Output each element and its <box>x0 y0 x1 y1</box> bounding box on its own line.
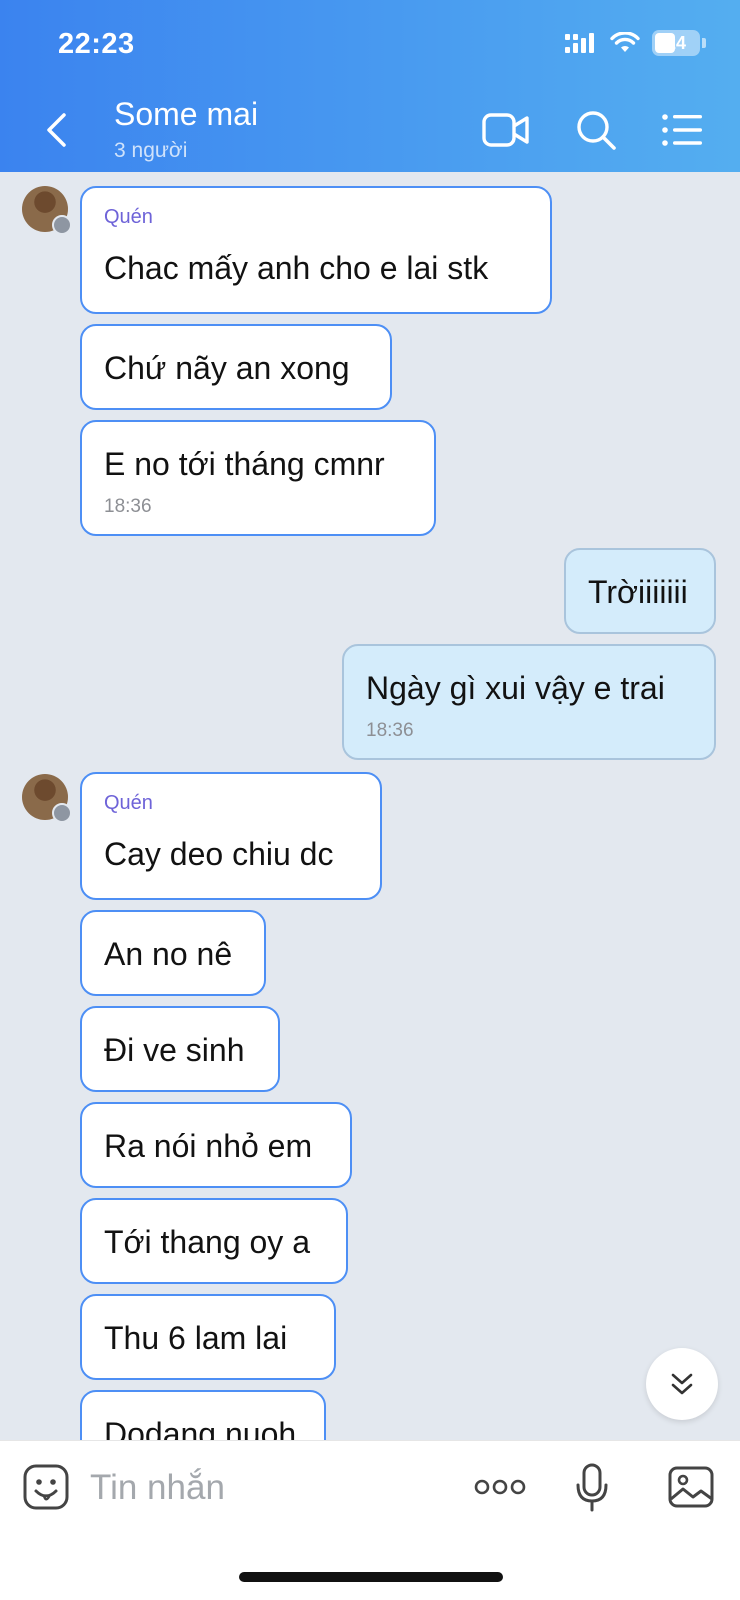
search-button[interactable] <box>570 106 622 154</box>
more-options-button[interactable] <box>472 1469 528 1505</box>
message-bubble[interactable]: Quén Chac mấy anh cho e lai stk <box>80 186 552 314</box>
chat-header: 22:23 24 Some mai 3 người <box>0 0 740 172</box>
message-text: Tới thang oy a <box>104 1224 310 1260</box>
sticker-smiley-icon <box>23 1464 69 1510</box>
voice-message-button[interactable] <box>572 1461 612 1515</box>
video-call-button[interactable] <box>480 106 532 154</box>
status-icons: 24 <box>564 30 706 56</box>
status-time: 22:23 <box>58 28 135 60</box>
microphone-icon <box>576 1463 608 1512</box>
message-text: Chac mấy anh cho e lai stk <box>104 250 489 286</box>
key-badge-icon <box>52 215 72 235</box>
menu-button[interactable] <box>656 106 708 154</box>
scroll-to-bottom-button[interactable] <box>646 1348 718 1420</box>
sender-avatar[interactable] <box>22 186 72 235</box>
message-bubble[interactable]: An no nê <box>80 910 266 996</box>
double-chevron-down-icon <box>671 1373 693 1395</box>
image-icon <box>668 1466 714 1508</box>
back-button[interactable] <box>36 108 76 152</box>
message-text: Ngày gì xui vậy e trai <box>366 670 665 706</box>
search-icon <box>577 111 616 150</box>
message-bubble[interactable]: Tới thang oy a <box>80 1198 348 1284</box>
wifi-icon <box>610 32 640 52</box>
message-bubble[interactable]: Thu 6 lam lai <box>80 1294 336 1380</box>
message-bubble[interactable]: Chứ nãy an xong <box>80 324 392 410</box>
message-text: Dodang nuoh <box>104 1416 297 1440</box>
home-indicator <box>239 1572 503 1582</box>
message-bubble[interactable]: Đi ve sinh <box>80 1006 280 1092</box>
message-time: 18:36 <box>366 720 414 741</box>
message-bubble[interactable]: Dodang nuoh <box>80 1390 326 1440</box>
message-text: Cay deo chiu dc <box>104 836 334 872</box>
message-text: E no tới tháng cmnr <box>104 446 385 482</box>
list-menu-icon <box>662 114 702 146</box>
message-text: Ra nói nhỏ em <box>104 1128 313 1164</box>
message-text: Chứ nãy an xong <box>104 350 350 386</box>
chevron-left-icon <box>47 113 66 147</box>
message-input[interactable] <box>90 1465 430 1511</box>
message-bubble[interactable]: Ra nói nhỏ em <box>80 1102 352 1188</box>
message-text: Đi ve sinh <box>104 1032 245 1068</box>
message-time: 18:36 <box>104 496 152 517</box>
battery-level: 24 <box>665 32 687 53</box>
send-image-button[interactable] <box>666 1463 716 1511</box>
message-bubble[interactable]: Quén Cay deo chiu dc <box>80 772 382 900</box>
message-list[interactable]: Quén Chac mấy anh cho e lai stk Chứ nãy … <box>0 172 740 1440</box>
video-camera-icon <box>482 113 529 147</box>
battery-icon: 24 <box>652 30 700 56</box>
member-count: 3 người <box>114 139 188 162</box>
message-bubble-outgoing[interactable]: Trờiiiiiii <box>564 548 716 634</box>
message-text: Thu 6 lam lai <box>104 1320 288 1356</box>
signal-icon <box>565 33 594 53</box>
sender-avatar[interactable] <box>22 774 72 823</box>
message-bubble[interactable]: E no tới tháng cmnr 18:36 <box>80 420 436 536</box>
message-bubble-outgoing[interactable]: Ngày gì xui vậy e trai 18:36 <box>342 644 716 760</box>
ellipsis-icon <box>474 1479 526 1495</box>
sender-name: Quén <box>104 792 153 814</box>
sender-name: Quén <box>104 206 153 228</box>
emoji-button[interactable] <box>22 1463 70 1511</box>
message-text: Trờiiiiiii <box>588 574 688 610</box>
message-text: An no nê <box>104 936 233 972</box>
key-badge-icon <box>52 803 72 823</box>
chat-title[interactable]: Some mai <box>114 96 258 133</box>
